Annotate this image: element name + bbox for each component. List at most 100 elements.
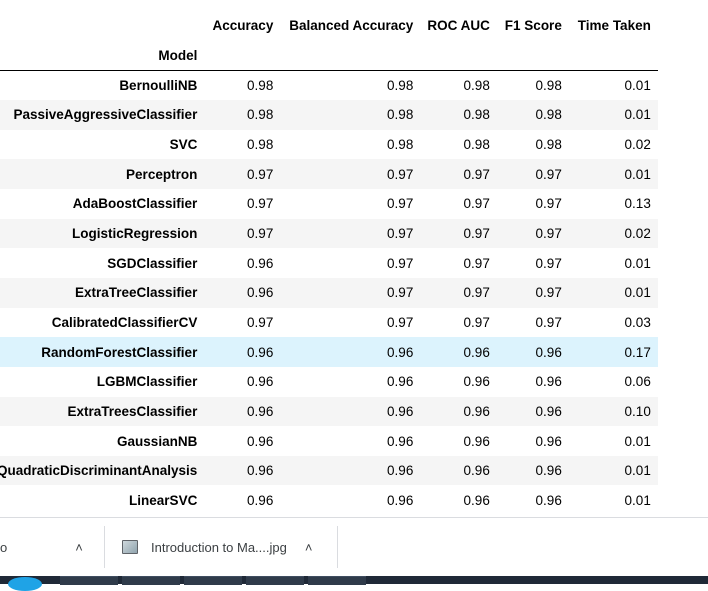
metric-cell: 0.97 xyxy=(535,196,562,212)
metric-cell: 0.97 xyxy=(535,255,562,271)
download-item-label: o xyxy=(0,539,8,555)
index-row-blank xyxy=(569,40,658,71)
table-row: AdaBoostClassifier 0.97 0.97 0.97 0.97 0.13 xyxy=(0,189,658,219)
model-name-cell: CalibratedClassifierCV xyxy=(51,314,198,330)
metric-cell: 0.98 xyxy=(387,107,414,123)
start-button-icon[interactable] xyxy=(8,577,42,591)
metric-cell: 0.96 xyxy=(247,403,274,419)
model-name-cell: PassiveAggressiveClassifier xyxy=(13,107,198,123)
metric-cell: 0.97 xyxy=(463,196,490,212)
index-row-blank xyxy=(420,40,497,71)
metric-cell: 0.97 xyxy=(463,255,490,271)
download-bar: o ˄ Introduction to Ma....jpg ˄ xyxy=(0,517,708,577)
metric-cell: 0.98 xyxy=(535,107,562,123)
metric-cell: 0.97 xyxy=(247,314,274,330)
column-header-balanced-accuracy: Balanced Accuracy xyxy=(289,17,414,33)
metric-cell: 0.96 xyxy=(247,492,274,508)
chevron-up-icon[interactable]: ˄ xyxy=(75,540,83,555)
metric-cell: 0.98 xyxy=(387,137,414,153)
model-results-table: Accuracy Balanced Accuracy ROC AUC F1 Sc… xyxy=(0,10,658,516)
metric-cell: 0.97 xyxy=(387,255,414,271)
model-name-cell: Perceptron xyxy=(126,166,198,182)
metric-cell: 0.02 xyxy=(624,226,651,242)
metric-cell: 0.96 xyxy=(463,433,490,449)
model-name-cell: SGDClassifier xyxy=(107,255,198,271)
metric-cell: 0.97 xyxy=(463,226,490,242)
download-divider xyxy=(104,526,105,568)
index-row-blank xyxy=(497,40,569,71)
model-name-cell: SVC xyxy=(169,137,198,153)
metric-cell: 0.96 xyxy=(463,403,490,419)
metric-cell: 0.96 xyxy=(387,463,414,479)
column-header-f1-score: F1 Score xyxy=(504,17,562,33)
index-header-blank xyxy=(0,10,204,40)
download-item-previous[interactable]: o ˄ xyxy=(0,525,83,569)
metric-cell: 0.98 xyxy=(463,137,490,153)
metric-cell: 0.98 xyxy=(535,78,562,94)
column-header-row: Accuracy Balanced Accuracy ROC AUC F1 Sc… xyxy=(0,10,658,40)
metric-cell: 0.98 xyxy=(463,78,490,94)
model-name-cell: ExtraTreeClassifier xyxy=(75,285,198,301)
table-body: BernoulliNB 0.98 0.98 0.98 0.98 0.01 PassiveAg… xyxy=(0,70,658,516)
model-name-cell: LGBMClassifier xyxy=(96,374,198,390)
metric-cell: 0.97 xyxy=(387,226,414,242)
metric-cell: 0.97 xyxy=(387,314,414,330)
index-row-blank xyxy=(204,40,280,71)
metric-cell: 0.96 xyxy=(247,374,274,390)
metric-cell: 0.96 xyxy=(535,403,562,419)
metric-cell: 0.96 xyxy=(463,463,490,479)
metric-cell: 0.96 xyxy=(387,344,414,360)
metric-cell: 0.98 xyxy=(247,107,274,123)
metric-cell: 0.98 xyxy=(247,137,274,153)
index-name-row: Model xyxy=(0,40,658,71)
metric-cell: 0.96 xyxy=(535,492,562,508)
metric-cell: 0.02 xyxy=(624,137,651,153)
table-row: RandomForestClassifier 0.96 0.96 0.96 0.96 0.… xyxy=(0,337,658,367)
metric-cell: 0.01 xyxy=(624,78,651,94)
metric-cell: 0.01 xyxy=(624,463,651,479)
metric-cell: 0.96 xyxy=(387,492,414,508)
table-row: Perceptron 0.97 0.97 0.97 0.97 0.01 xyxy=(0,159,658,190)
metric-cell: 0.01 xyxy=(624,166,651,182)
metric-cell: 0.97 xyxy=(535,285,562,301)
metric-cell: 0.96 xyxy=(387,433,414,449)
metric-cell: 0.97 xyxy=(463,314,490,330)
metric-cell: 0.97 xyxy=(387,196,414,212)
metric-cell: 0.06 xyxy=(624,374,651,390)
metric-cell: 0.96 xyxy=(247,285,274,301)
metric-cell: 0.98 xyxy=(387,78,414,94)
metric-cell: 0.01 xyxy=(624,255,651,271)
download-divider xyxy=(337,526,338,568)
metric-cell: 0.97 xyxy=(247,196,274,212)
metric-cell: 0.01 xyxy=(624,285,651,301)
metric-cell: 0.96 xyxy=(463,344,490,360)
table-row: GaussianNB 0.96 0.96 0.96 0.96 0.01 xyxy=(0,426,658,456)
metric-cell: 0.03 xyxy=(624,314,651,330)
metric-cell: 0.10 xyxy=(624,403,651,419)
metric-cell: 0.97 xyxy=(535,166,562,182)
metric-cell: 0.97 xyxy=(387,285,414,301)
metric-cell: 0.96 xyxy=(247,344,274,360)
metric-cell: 0.96 xyxy=(535,463,562,479)
metric-cell: 0.96 xyxy=(387,374,414,390)
download-item-introduction[interactable]: Introduction to Ma....jpg ˄ xyxy=(122,525,312,569)
table-row: BernoulliNB 0.98 0.98 0.98 0.98 0.01 xyxy=(0,70,658,101)
metric-cell: 0.97 xyxy=(247,166,274,182)
metric-cell: 0.96 xyxy=(535,344,562,360)
metric-cell: 0.96 xyxy=(387,403,414,419)
notebook-output-area: Accuracy Balanced Accuracy ROC AUC F1 Sc… xyxy=(0,0,708,517)
metric-cell: 0.97 xyxy=(535,314,562,330)
model-name-cell: LogisticRegression xyxy=(72,226,198,242)
image-file-icon xyxy=(122,540,138,554)
metric-cell: 0.01 xyxy=(624,433,651,449)
metric-cell: 0.96 xyxy=(535,433,562,449)
metric-cell: 0.98 xyxy=(463,107,490,123)
chevron-up-icon[interactable]: ˄ xyxy=(305,540,313,555)
column-header-time-taken: Time Taken xyxy=(577,17,651,33)
table-row: PassiveAggressiveClassifier 0.98 0.98 0.98 0… xyxy=(0,100,658,130)
table-row: QuadraticDiscriminantAnalysis 0.96 0.96 0.9… xyxy=(0,455,658,486)
table-row: CalibratedClassifierCV 0.97 0.97 0.97 0.97 0.… xyxy=(0,307,658,338)
table-row: ExtraTreesClassifier 0.96 0.96 0.96 0.96 0.10 xyxy=(0,396,658,427)
download-item-label: Introduction to Ma....jpg xyxy=(151,539,287,555)
model-name-cell: AdaBoostClassifier xyxy=(72,196,198,212)
